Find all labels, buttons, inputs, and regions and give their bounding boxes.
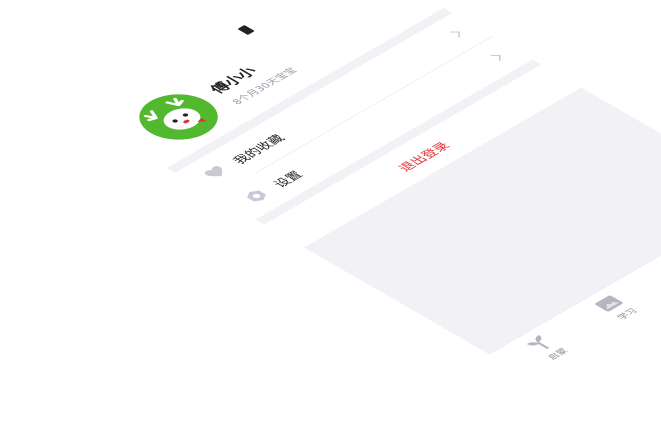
chevron-right-icon xyxy=(449,31,460,38)
menu-item-settings-label: 设置 xyxy=(271,169,307,190)
stage: 傅小小 8个月30天宝宝 我的收藏 设置 退出登录 启蒙 学习 xyxy=(0,0,661,447)
book-icon xyxy=(657,252,661,276)
tab-label: 绘本 xyxy=(656,251,661,298)
app-screen: 傅小小 8个月30天宝宝 我的收藏 设置 退出登录 启蒙 学习 xyxy=(40,0,661,380)
chevron-right-icon xyxy=(490,55,501,61)
heart-icon xyxy=(198,163,233,183)
gear-icon xyxy=(239,186,274,206)
